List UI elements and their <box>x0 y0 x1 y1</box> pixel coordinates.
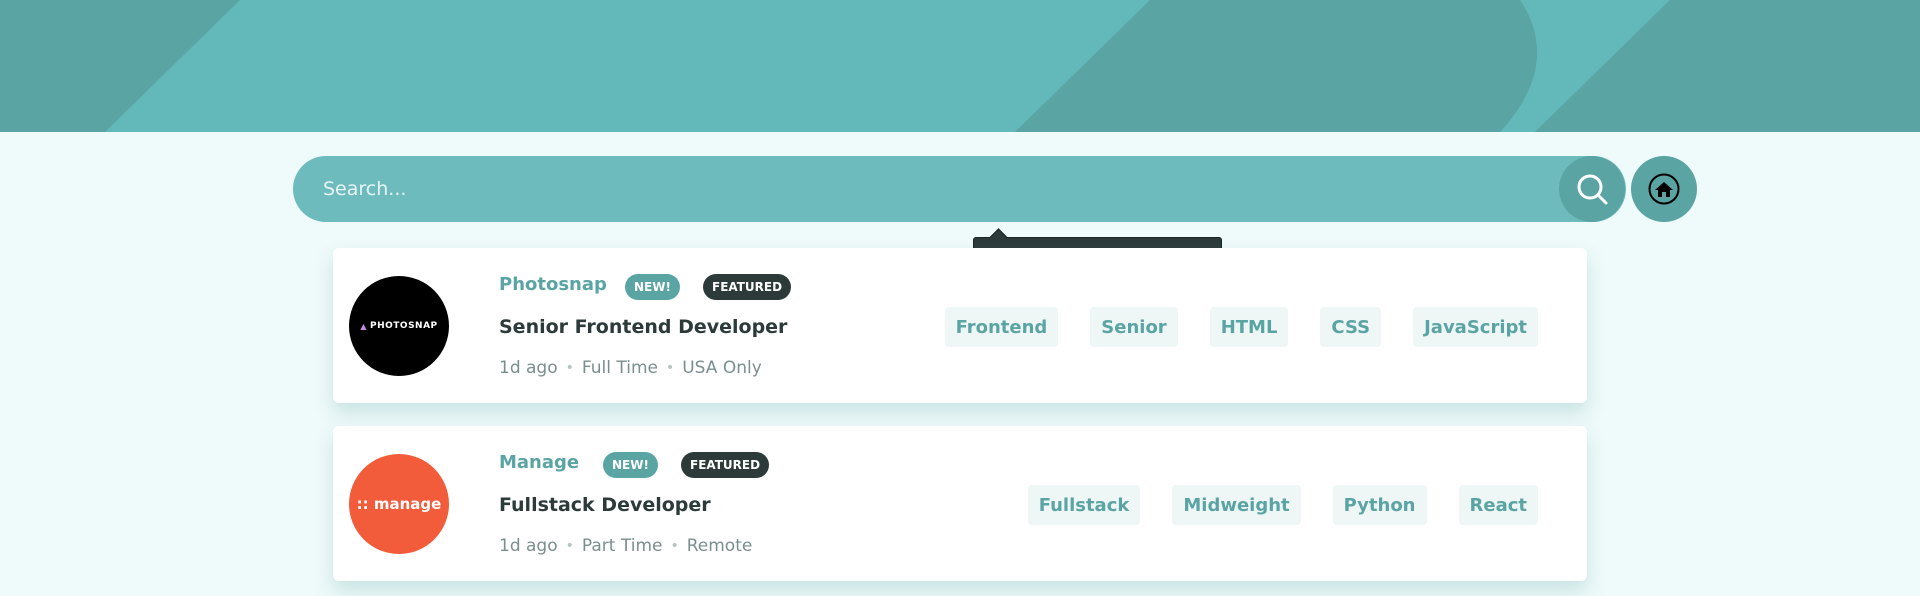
posted-at: 1d ago <box>499 358 558 378</box>
tag-react[interactable]: React <box>1458 485 1538 525</box>
job-card[interactable]: :: manage Manage NEW! FEATURED Fullstack… <box>333 426 1587 581</box>
separator-dot: • <box>565 360 574 376</box>
company-logo: :: manage <box>349 454 449 554</box>
company-logo: ▲ PHOTOSNAP <box>349 276 449 376</box>
tag-python[interactable]: Python <box>1332 485 1427 525</box>
search-input[interactable] <box>293 156 1543 222</box>
job-tags: Frontend Senior HTML CSS JavaScript <box>944 307 1538 347</box>
logo-text: PHOTOSNAP <box>370 321 438 331</box>
job-tags: Fullstack Midweight Python React <box>1027 485 1538 525</box>
contract-type: Part Time <box>581 536 663 556</box>
featured-badge: FEATURED <box>703 274 792 300</box>
tag-css[interactable]: CSS <box>1320 307 1382 347</box>
separator-dot: • <box>565 538 574 554</box>
job-card[interactable]: ▲ PHOTOSNAP Photosnap NEW! FEATURED Seni… <box>333 248 1587 403</box>
company-name: Photosnap <box>499 274 607 295</box>
new-badge: NEW! <box>625 274 680 300</box>
header-pattern <box>0 0 1920 132</box>
tag-frontend[interactable]: Frontend <box>944 307 1059 347</box>
search-button[interactable] <box>1559 156 1625 222</box>
job-location: Remote <box>686 536 753 556</box>
home-button[interactable] <box>1631 156 1697 222</box>
job-position[interactable]: Senior Frontend Developer <box>499 316 787 338</box>
photosnap-logo-icon: ▲ <box>360 321 367 331</box>
tag-javascript[interactable]: JavaScript <box>1413 307 1538 347</box>
new-badge: NEW! <box>603 452 658 478</box>
job-meta: 1d ago • Part Time • Remote <box>499 536 752 556</box>
job-position[interactable]: Fullstack Developer <box>499 494 711 516</box>
contract-type: Full Time <box>581 358 658 378</box>
posted-at: 1d ago <box>499 536 558 556</box>
search-icon <box>1577 174 1608 205</box>
job-meta: 1d ago • Full Time • USA Only <box>499 358 762 378</box>
tag-midweight[interactable]: Midweight <box>1172 485 1301 525</box>
header-banner <box>0 0 1920 132</box>
search-bar <box>293 156 1626 222</box>
tag-senior[interactable]: Senior <box>1090 307 1178 347</box>
separator-dot: • <box>665 360 675 376</box>
featured-badge: FEATURED <box>681 452 770 478</box>
tag-html[interactable]: HTML <box>1209 307 1289 347</box>
home-icon <box>1648 173 1680 205</box>
company-name: Manage <box>499 452 580 473</box>
tag-fullstack[interactable]: Fullstack <box>1027 485 1141 525</box>
job-location: USA Only <box>682 358 762 378</box>
separator-dot: • <box>670 538 679 554</box>
